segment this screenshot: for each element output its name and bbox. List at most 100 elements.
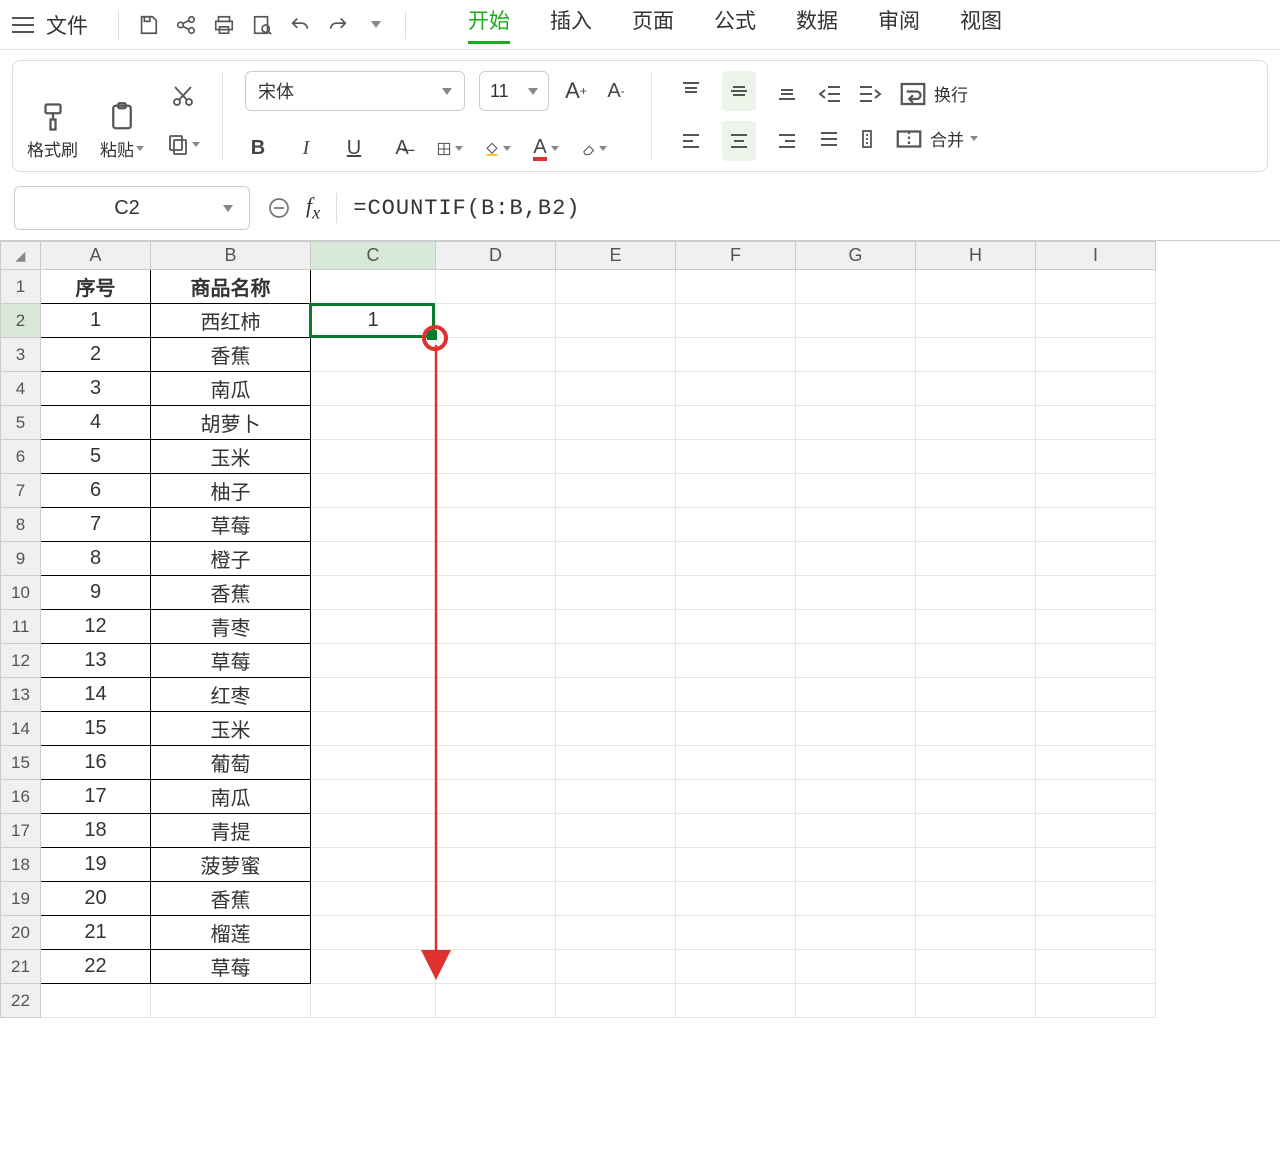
cell-C9[interactable] <box>311 542 436 576</box>
cell-I21[interactable] <box>1036 950 1156 984</box>
cell-H15[interactable] <box>916 746 1036 780</box>
cell-C1[interactable] <box>311 270 436 304</box>
cell-A12[interactable]: 13 <box>41 644 151 678</box>
cell-F22[interactable] <box>676 984 796 1018</box>
cell-A11[interactable]: 12 <box>41 610 151 644</box>
cell-B7[interactable]: 柚子 <box>151 474 311 508</box>
cell-F2[interactable] <box>676 304 796 338</box>
cell-G6[interactable] <box>796 440 916 474</box>
cell-G9[interactable] <box>796 542 916 576</box>
cell-F14[interactable] <box>676 712 796 746</box>
cell-G13[interactable] <box>796 678 916 712</box>
cell-B1[interactable]: 商品名称 <box>151 270 311 304</box>
cell-G5[interactable] <box>796 406 916 440</box>
cell-A9[interactable]: 8 <box>41 542 151 576</box>
cell-D7[interactable] <box>436 474 556 508</box>
cell-A22[interactable] <box>41 984 151 1018</box>
cell-C16[interactable] <box>311 780 436 814</box>
cell-C7[interactable] <box>311 474 436 508</box>
cell-G7[interactable] <box>796 474 916 508</box>
row-header-16[interactable]: 16 <box>1 780 41 814</box>
cell-E22[interactable] <box>556 984 676 1018</box>
cell-I17[interactable] <box>1036 814 1156 848</box>
cell-A10[interactable]: 9 <box>41 576 151 610</box>
row-header-9[interactable]: 9 <box>1 542 41 576</box>
cell-E6[interactable] <box>556 440 676 474</box>
preview-icon[interactable] <box>245 8 279 42</box>
row-header-22[interactable]: 22 <box>1 984 41 1018</box>
column-header-B[interactable]: B <box>151 242 311 270</box>
cell-A3[interactable]: 2 <box>41 338 151 372</box>
cell-C2[interactable]: 1 <box>311 304 436 338</box>
cell-B14[interactable]: 玉米 <box>151 712 311 746</box>
cell-H8[interactable] <box>916 508 1036 542</box>
cell-F17[interactable] <box>676 814 796 848</box>
cell-D17[interactable] <box>436 814 556 848</box>
cell-A1[interactable]: 序号 <box>41 270 151 304</box>
hamburger-icon[interactable] <box>10 12 36 38</box>
cell-E2[interactable] <box>556 304 676 338</box>
cell-D3[interactable] <box>436 338 556 372</box>
cell-F3[interactable] <box>676 338 796 372</box>
cell-B22[interactable] <box>151 984 311 1018</box>
cell-G11[interactable] <box>796 610 916 644</box>
align-left-icon[interactable] <box>674 121 708 161</box>
increase-indent-icon[interactable] <box>858 83 882 105</box>
cell-I7[interactable] <box>1036 474 1156 508</box>
cell-C17[interactable] <box>311 814 436 848</box>
decrease-font-icon[interactable]: A- <box>603 80 629 103</box>
cell-F12[interactable] <box>676 644 796 678</box>
row-header-19[interactable]: 19 <box>1 882 41 916</box>
cell-E8[interactable] <box>556 508 676 542</box>
save-icon[interactable] <box>131 8 165 42</box>
formula-bar[interactable]: fx =COUNTIF(B:B,B2) <box>268 186 1266 230</box>
cell-G15[interactable] <box>796 746 916 780</box>
redo-icon[interactable] <box>321 8 355 42</box>
cell-A15[interactable]: 16 <box>41 746 151 780</box>
cell-G8[interactable] <box>796 508 916 542</box>
row-header-20[interactable]: 20 <box>1 916 41 950</box>
cell-H2[interactable] <box>916 304 1036 338</box>
cell-C11[interactable] <box>311 610 436 644</box>
cell-G1[interactable] <box>796 270 916 304</box>
cell-H1[interactable] <box>916 270 1036 304</box>
cell-G14[interactable] <box>796 712 916 746</box>
align-middle-icon[interactable] <box>722 71 756 111</box>
spreadsheet[interactable]: ◢ABCDEFGHI1序号商品名称21西红柿132香蕉43南瓜54胡萝卜65玉米… <box>0 240 1280 1018</box>
cell-G17[interactable] <box>796 814 916 848</box>
cell-G12[interactable] <box>796 644 916 678</box>
cell-D20[interactable] <box>436 916 556 950</box>
cell-F8[interactable] <box>676 508 796 542</box>
cell-C13[interactable] <box>311 678 436 712</box>
row-header-13[interactable]: 13 <box>1 678 41 712</box>
column-header-G[interactable]: G <box>796 242 916 270</box>
cell-D8[interactable] <box>436 508 556 542</box>
cell-H3[interactable] <box>916 338 1036 372</box>
cell-E16[interactable] <box>556 780 676 814</box>
column-header-A[interactable]: A <box>41 242 151 270</box>
cell-A5[interactable]: 4 <box>41 406 151 440</box>
cell-D9[interactable] <box>436 542 556 576</box>
cell-H9[interactable] <box>916 542 1036 576</box>
cell-E13[interactable] <box>556 678 676 712</box>
cell-I4[interactable] <box>1036 372 1156 406</box>
cell-A2[interactable]: 1 <box>41 304 151 338</box>
align-center-icon[interactable] <box>722 121 756 161</box>
column-header-I[interactable]: I <box>1036 242 1156 270</box>
share-icon[interactable] <box>169 8 203 42</box>
row-header-7[interactable]: 7 <box>1 474 41 508</box>
cell-D22[interactable] <box>436 984 556 1018</box>
borders-button[interactable] <box>437 139 463 159</box>
cell-E20[interactable] <box>556 916 676 950</box>
row-header-4[interactable]: 4 <box>1 372 41 406</box>
file-menu[interactable]: 文件 <box>46 10 88 40</box>
cell-A8[interactable]: 7 <box>41 508 151 542</box>
underline-button[interactable]: U <box>341 137 367 160</box>
cell-B12[interactable]: 草莓 <box>151 644 311 678</box>
cell-D13[interactable] <box>436 678 556 712</box>
name-box[interactable]: C2 <box>14 186 250 230</box>
paste-button[interactable]: 粘贴 <box>100 102 144 161</box>
cell-E14[interactable] <box>556 712 676 746</box>
cell-C3[interactable] <box>311 338 436 372</box>
cell-D6[interactable] <box>436 440 556 474</box>
